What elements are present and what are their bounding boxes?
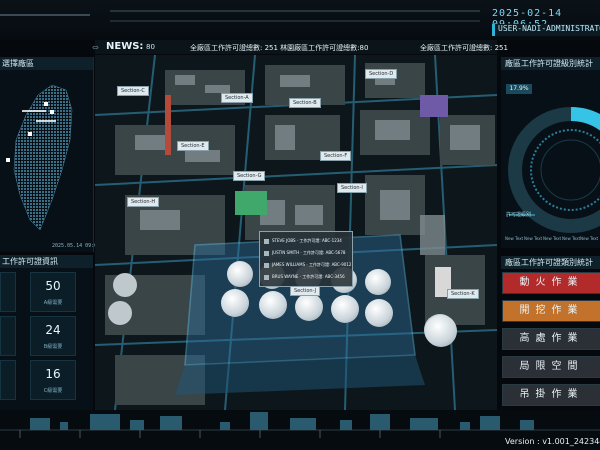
stat-side-box (0, 272, 16, 312)
storage-tank[interactable] (365, 299, 393, 327)
section-label-a[interactable]: Section-A (221, 93, 253, 103)
tooltip-row: BRUS WAYNE · 工作許可證: ABC-3456 (264, 274, 345, 280)
axis-label: New Text (562, 236, 581, 241)
axis-label: New Text (524, 236, 543, 241)
axis-label: New Text (580, 236, 599, 241)
section-label-e[interactable]: Section-E (177, 141, 209, 151)
news-ticker-text-2: 全廠區工作許可證總數: 251 (420, 44, 508, 52)
section-label-i[interactable]: Section-I (337, 183, 367, 193)
axis-label: New Text (505, 236, 524, 241)
header-line (110, 10, 480, 12)
storage-tank[interactable] (295, 293, 323, 321)
work-type-height[interactable]: 高處作業 (502, 328, 600, 350)
section-label-f[interactable]: Section-F (320, 151, 352, 161)
map-marker-icon[interactable] (44, 102, 48, 106)
header-line (110, 20, 480, 22)
stat-value: 16 (45, 367, 61, 381)
permit-panel-title-text: 工作許可證資訊 (2, 257, 58, 266)
storage-tank[interactable] (227, 261, 253, 287)
stat-value: 24 (45, 323, 61, 337)
permit-level-donut[interactable] (501, 70, 600, 248)
news-count: 80 (146, 43, 155, 51)
person-icon (264, 262, 269, 268)
map-panel-title: 選擇廠區 (0, 57, 93, 70)
work-type-title: 廠區工作許可證類別統計 (501, 256, 600, 269)
permit-tooltip: STEVE JOBS · 工作許可證: ABC-1234 JUSTIN SMIT… (259, 231, 353, 287)
stat-label: B級需要 (43, 344, 63, 350)
permit-panel-title: 工作許可證資訊 (0, 255, 93, 268)
version-label: Version : v1.001_24234473 (505, 437, 600, 446)
stat-card-b[interactable]: 24 B級需要 (30, 316, 76, 356)
permit-level-title-text: 廠區工作許可證級別統計 (505, 59, 593, 68)
tooltip-row: STEVE JOBS · 工作許可證: ABC-1234 (264, 238, 342, 244)
donut-label: 許可證級別 (506, 212, 532, 218)
section-label-k[interactable]: Section-K (447, 289, 479, 299)
storage-tank[interactable] (425, 315, 457, 347)
storage-tank[interactable] (221, 289, 249, 317)
map-panel-title-text: 選擇廠區 (2, 59, 34, 68)
axis-label: New Text (543, 236, 562, 241)
permit-level-title: 廠區工作許可證級別統計 (501, 57, 600, 70)
section-label-c[interactable]: Section-C (117, 86, 149, 96)
user-name[interactable]: USER-NADI-ADMINISTRATOR (498, 24, 600, 33)
work-type-lifting[interactable]: 吊掛作業 (502, 384, 600, 406)
storage-tank[interactable] (259, 291, 287, 319)
stat-side-box (0, 360, 16, 400)
stat-value: 50 (45, 279, 61, 293)
work-type-title-text: 廠區工作許可證類別統計 (505, 258, 593, 267)
stat-side-box (0, 316, 16, 356)
person-icon (264, 250, 269, 256)
stat-label: A級需要 (43, 300, 63, 306)
section-label-g[interactable]: Section-G (233, 171, 266, 181)
header-line (0, 14, 90, 16)
timeline-bars (0, 412, 600, 438)
news-ticker-text: 全廠區工作許可證總數: 251 林園廠區工作許可證總數:80 (190, 44, 369, 52)
section-label-b[interactable]: Section-B (289, 98, 321, 108)
map-marker-icon[interactable] (50, 110, 54, 114)
work-type-hot-work[interactable]: 動火作業 (502, 272, 600, 294)
taiwan-map[interactable] (0, 80, 80, 240)
section-label-j[interactable]: Section-J (290, 286, 321, 296)
tooltip-row: JUSTIN SMITH · 工作許可證: ABC-5678 (264, 250, 345, 256)
work-type-confined-space[interactable]: 局限空間 (502, 356, 600, 378)
percent-badge: 17.9% (506, 84, 532, 94)
green-building (235, 191, 267, 215)
news-label: NEWS: (106, 41, 144, 52)
storage-tank[interactable] (331, 295, 359, 323)
stat-card-a[interactable]: 50 A級需要 (30, 272, 76, 312)
map-marker-icon[interactable] (6, 158, 10, 162)
news-arrows-icon[interactable]: ⇔ (92, 43, 99, 52)
person-icon (264, 274, 269, 280)
map-marker-icon[interactable] (28, 132, 32, 136)
tooltip-row: JAMES WILLIAMS · 工作許可證: ABC-9012 (264, 262, 351, 268)
section-label-d[interactable]: Section-D (365, 69, 398, 79)
storage-tank[interactable] (365, 269, 391, 295)
person-icon (264, 238, 269, 244)
stat-card-c[interactable]: 16 C級需要 (30, 360, 76, 400)
work-type-excavation[interactable]: 開挖作業 (502, 300, 600, 322)
section-label-h[interactable]: Section-H (127, 197, 160, 207)
stat-label: C級需要 (43, 388, 63, 394)
